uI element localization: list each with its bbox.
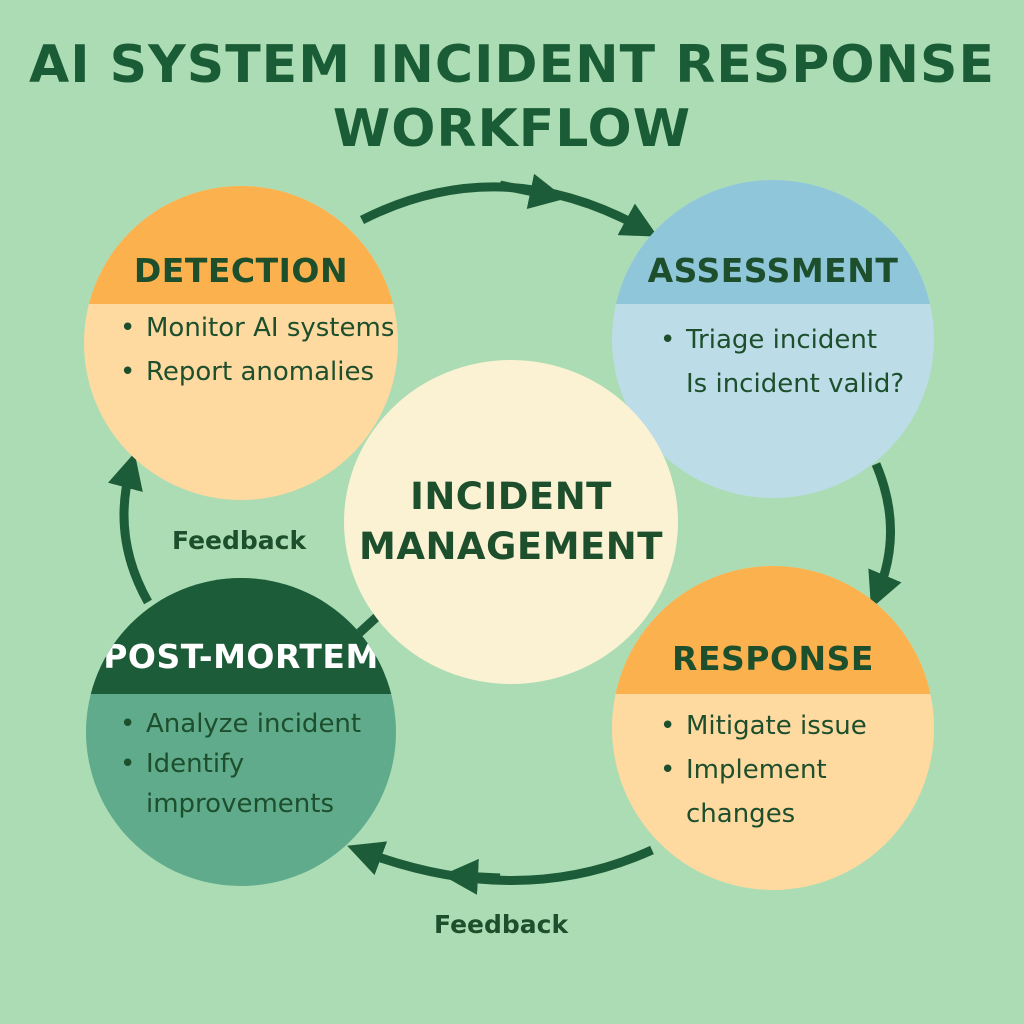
diagram-title-line1: AI SYSTEM INCIDENT RESPONSE: [28, 35, 996, 95]
stage-detection-list: Monitor AI systems Report anomalies: [120, 306, 394, 394]
list-item: Mitigate issue: [660, 704, 934, 748]
stage-detection: DETECTION Monitor AI systems Report anom…: [84, 186, 398, 500]
stage-response: RESPONSE Mitigate issue Implement change…: [612, 566, 934, 890]
stage-assessment-heading: ASSESSMENT: [612, 180, 934, 304]
arrow-mid-marker: [499, 173, 566, 209]
arrow-bottom-mid-marker: [442, 858, 501, 895]
feedback-label-left: Feedback: [172, 526, 307, 555]
stage-postmortem-list: Analyze incident Identify improvements: [120, 704, 361, 824]
stage-response-list: Mitigate issue Implement changes: [660, 704, 934, 836]
center-incident-management: INCIDENT MANAGEMENT: [344, 360, 678, 684]
list-item: Analyze incident: [120, 704, 361, 744]
diagram-canvas: AI SYSTEM INCIDENT RESPONSE WORKFLOW DET…: [0, 0, 1024, 1024]
arrow-detection-to-assessment: [359, 182, 658, 237]
diagram-title-line2: WORKFLOW: [332, 99, 692, 159]
list-item: Implement changes: [660, 748, 934, 836]
stage-detection-heading: DETECTION: [84, 186, 398, 304]
list-item: improvements: [146, 789, 335, 819]
center-label-line2: MANAGEMENT: [359, 525, 663, 568]
list-item: Report anomalies: [120, 350, 394, 394]
list-item: Triage incident: [660, 318, 904, 362]
arrow-response-to-postmortem: [347, 841, 654, 885]
feedback-label-bottom: Feedback: [434, 910, 569, 939]
list-item: Monitor AI systems: [120, 306, 394, 350]
stage-assessment-list: Triage incident Is incident valid?: [660, 318, 904, 406]
list-item: Identify: [120, 744, 361, 784]
list-item: Is incident valid?: [686, 369, 905, 399]
stage-postmortem: POST-MORTEM Analyze incident Identify im…: [86, 578, 396, 886]
stage-postmortem-heading: POST-MORTEM: [86, 578, 396, 694]
center-label-line1: INCIDENT: [410, 475, 612, 518]
